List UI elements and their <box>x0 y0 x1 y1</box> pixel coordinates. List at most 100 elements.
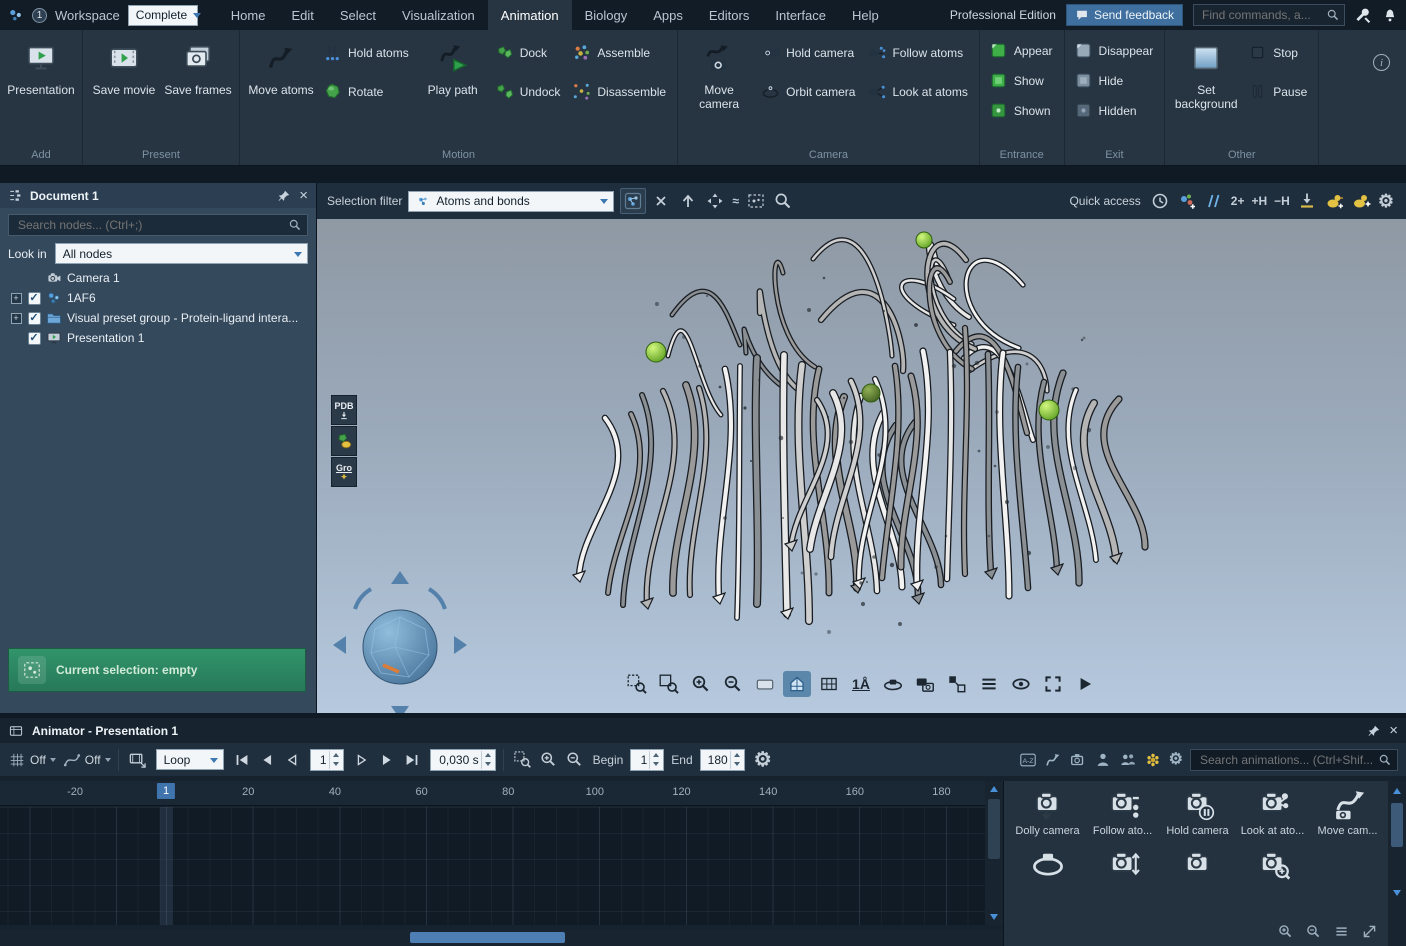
people-button[interactable] <box>1117 749 1139 771</box>
animation-tile-cam-plain[interactable] <box>1160 847 1235 881</box>
animation-tile-hold-camera[interactable]: Hold camera <box>1160 787 1235 837</box>
close-icon[interactable]: × <box>1389 723 1398 738</box>
cam-stack-button[interactable] <box>911 671 939 697</box>
info-icon[interactable]: i <box>1373 54 1390 71</box>
menu-tab-apps[interactable]: Apps <box>640 0 696 30</box>
ribbon-button-assemble[interactable]: Assemble <box>568 41 672 64</box>
end-spinner[interactable]: 180 <box>700 749 745 771</box>
menu-tab-interface[interactable]: Interface <box>762 0 839 30</box>
snap-toggle[interactable]: Off <box>8 751 56 769</box>
house-button[interactable] <box>783 671 811 697</box>
ribbon-button-look-at-atoms[interactable]: Look at atoms <box>863 80 973 103</box>
orbit-cam-button[interactable] <box>879 671 907 697</box>
animation-tile-follow-ato[interactable]: Follow ato... <box>1085 787 1160 837</box>
ribbon-button-disappear[interactable]: Disappear <box>1070 39 1160 62</box>
node-search-input[interactable] <box>16 217 288 233</box>
ribbon-button-undock[interactable]: Undock <box>491 80 567 103</box>
menu-tab-visualization[interactable]: Visualization <box>389 0 488 30</box>
animation-tile-cam-tilt[interactable] <box>1085 847 1160 881</box>
scroll-down-button[interactable] <box>1388 885 1406 901</box>
scrollbar-thumb[interactable] <box>988 799 1000 859</box>
gear-button[interactable]: ⚙ <box>1376 190 1396 212</box>
tree-item-presentation-1[interactable]: ✓Presentation 1 <box>0 328 316 348</box>
ribbon-button-presentation[interactable]: Presentation <box>5 33 77 97</box>
checkbox[interactable]: ✓ <box>28 332 41 345</box>
ribbon-button-play-path[interactable]: Play path <box>417 33 489 97</box>
ribbon-button-disassemble[interactable]: Disassemble <box>568 80 672 103</box>
interpolation-toggle[interactable]: Off <box>63 751 111 769</box>
ribbon-button-hold-atoms[interactable]: Hold atoms <box>319 41 415 64</box>
arrow-up-box-button[interactable] <box>676 189 700 213</box>
frame-spinner[interactable]: 1 <box>310 749 344 771</box>
list-button[interactable] <box>1331 921 1352 942</box>
search-icon[interactable] <box>288 218 302 232</box>
squiggle-n-button[interactable] <box>1042 749 1064 771</box>
notification-badge[interactable]: 1 <box>32 8 47 23</box>
expander-icon[interactable]: + <box>11 313 22 324</box>
ribbon-button-move-atoms[interactable]: Move atoms <box>245 33 317 97</box>
mag-box2-button[interactable] <box>655 671 683 697</box>
ribbon-button-stop[interactable]: Stop <box>1244 41 1313 64</box>
animation-search-input[interactable] <box>1198 752 1378 768</box>
animation-tile-move-cam[interactable]: Move cam... <box>1310 787 1385 837</box>
look-in-select[interactable]: All nodes <box>55 243 308 264</box>
import-structure-button[interactable] <box>331 426 357 456</box>
mag-box-button[interactable] <box>623 671 651 697</box>
ribbon-button-orbit-camera[interactable]: Orbit camera <box>757 80 861 103</box>
ribbon-button-appear[interactable]: Appear <box>985 39 1059 62</box>
tree-item-camera-1[interactable]: Camera 1 <box>0 268 316 288</box>
slashes-button[interactable] <box>1202 189 1226 213</box>
mag-minus-button[interactable] <box>719 671 747 697</box>
loop-mode-select[interactable]: Loop <box>156 749 224 770</box>
checkbox[interactable]: ✓ <box>28 292 41 305</box>
timeline-grid[interactable] <box>0 807 1003 925</box>
send-feedback-button[interactable]: Send feedback <box>1066 4 1183 26</box>
step-back-button[interactable] <box>256 749 278 771</box>
approx-box-button[interactable]: ≈ <box>730 193 741 209</box>
ribbon-button-hidden[interactable]: Hidden <box>1070 99 1160 122</box>
checkbox[interactable]: ✓ <box>28 312 41 325</box>
eye-button[interactable] <box>1007 671 1035 697</box>
menu-tab-home[interactable]: Home <box>218 0 279 30</box>
timeline-vertical-scrollbar[interactable] <box>985 781 1003 925</box>
marquee-box-button[interactable] <box>744 189 768 213</box>
command-search-input[interactable] <box>1200 7 1326 23</box>
play-back-button[interactable] <box>281 749 303 771</box>
expander-icon[interactable]: + <box>11 293 22 304</box>
ribbon-button-pause[interactable]: Pause <box>1244 80 1313 103</box>
tree-item-1af6[interactable]: +✓1AF6 <box>0 288 316 308</box>
gromacs-button[interactable]: Gro <box>331 457 357 487</box>
pin-icon[interactable] <box>277 189 291 203</box>
timeline-horizontal-scrollbar[interactable] <box>0 930 1003 945</box>
menu-tab-select[interactable]: Select <box>327 0 389 30</box>
menu-tab-animation[interactable]: Animation <box>488 0 572 30</box>
play-button[interactable] <box>1071 671 1099 697</box>
tools-icon[interactable] <box>1355 7 1372 24</box>
pdb-download-button[interactable]: PDB <box>331 395 357 425</box>
expand-diag-button[interactable] <box>1359 921 1380 942</box>
skip-start-button[interactable] <box>231 749 253 771</box>
molecule-plus-button[interactable] <box>1175 189 1199 213</box>
menu-tab-edit[interactable]: Edit <box>278 0 326 30</box>
library-scrollbar[interactable] <box>1388 781 1406 946</box>
skip-end-button[interactable] <box>401 749 423 771</box>
mag-plus-button[interactable] <box>1275 921 1296 942</box>
animation-tile-cam-zoom[interactable] <box>1235 847 1310 881</box>
animation-tile-cam-orbit2[interactable] <box>1010 847 1085 881</box>
angstrom-button[interactable]: 1Å <box>847 671 875 697</box>
ribbon-button-follow-atoms[interactable]: Follow atoms <box>863 41 973 64</box>
scrollbar-thumb[interactable] <box>410 932 565 943</box>
animation-tile-dolly-camera[interactable]: Dolly camera <box>1010 787 1085 837</box>
step-fwd-button[interactable] <box>376 749 398 771</box>
frame-duration-spinner[interactable]: 0,030 s <box>430 749 496 771</box>
fullscreen-button[interactable] <box>1039 671 1067 697</box>
close-icon[interactable]: × <box>299 188 308 203</box>
person-button[interactable] <box>1092 749 1114 771</box>
charge-button[interactable]: 2+ <box>1229 193 1247 209</box>
ribbon-button-dock[interactable]: Dock <box>491 41 567 64</box>
menu-tab-editors[interactable]: Editors <box>696 0 762 30</box>
grid3d-button[interactable] <box>815 671 843 697</box>
search-icon[interactable] <box>1378 753 1392 767</box>
pin-icon[interactable] <box>1367 724 1381 738</box>
expand-box-button[interactable] <box>703 189 727 213</box>
